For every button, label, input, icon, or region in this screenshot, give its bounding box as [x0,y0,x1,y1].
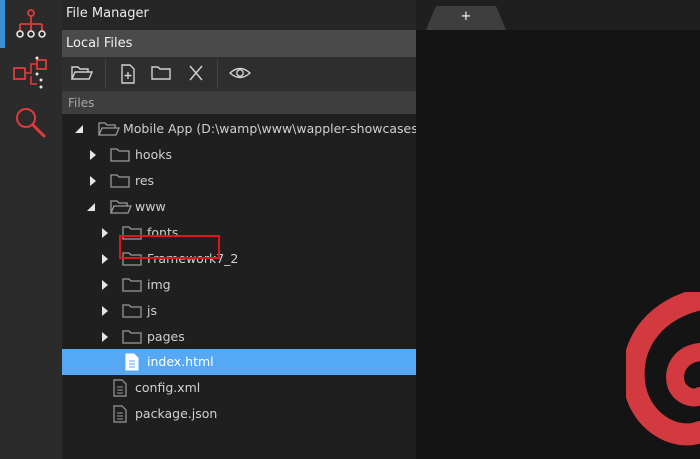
file-icon [113,405,127,423]
tree-item-index-html[interactable]: index.html [62,349,416,375]
folder-icon [110,174,130,188]
open-folder-icon [110,200,132,214]
tree-item-hooks[interactable]: hooks [62,142,416,168]
collapsed-caret-icon[interactable] [100,332,110,342]
search-icon[interactable] [11,104,51,144]
selection-highlight-box [119,235,220,259]
tree-item-fonts[interactable]: fonts [62,220,416,246]
active-indicator [0,0,5,48]
new-tab-button[interactable]: + [426,6,506,30]
tree-item-root[interactable]: Mobile App (D:\wamp\www\wappler-showcase… [62,116,416,142]
collapsed-caret-icon[interactable] [100,254,110,264]
tree-item-label: config.xml [135,380,201,395]
local-files-label: Local Files [66,36,133,51]
workflow-icon[interactable] [11,54,51,94]
files-section-header: Files [62,92,416,114]
file-icon [125,353,139,371]
local-files-header[interactable]: Local Files [62,30,416,57]
expanded-caret-icon[interactable] [86,202,96,212]
tree-item-config-xml[interactable]: config.xml [62,375,416,401]
files-label: Files [68,96,95,110]
tree-item-www[interactable]: www [62,194,416,220]
tree-item-label: res [135,173,155,188]
tree-item-js[interactable]: js [62,298,416,324]
open-folder-icon [98,122,120,136]
tree-item-pages[interactable]: pages [62,324,416,350]
tree-item-framework7[interactable]: Framework7_2 [62,246,416,272]
file-toolbar [62,57,416,92]
editor-area [416,30,700,459]
tree-item-label: www [135,199,166,214]
expanded-caret-icon[interactable] [74,124,84,134]
file-icon [113,379,127,397]
file-tree: Mobile App (D:\wamp\www\wappler-showcase… [62,114,416,459]
collapsed-caret-icon[interactable] [88,150,98,160]
tree-item-label: js [147,303,157,318]
file-manager-titlebar: File Manager [62,0,416,30]
collapsed-caret-icon[interactable] [88,176,98,186]
tree-item-label: index.html [147,354,214,369]
folder-icon [122,304,142,318]
collapsed-caret-icon[interactable] [100,280,110,290]
folder-icon [122,278,142,292]
tree-item-package-json[interactable]: package.json [62,401,416,427]
collapsed-caret-icon[interactable] [100,306,110,316]
delete-icon[interactable] [183,62,209,86]
tree-item-label: img [147,277,171,292]
folder-icon [122,330,142,344]
tree-item-label: Mobile App (D:\wamp\www\wappler-showcase… [123,121,416,136]
tree-item-label: hooks [135,147,172,162]
new-tab-label: + [460,9,472,24]
toolbar-separator [217,60,218,88]
preview-icon[interactable] [227,62,253,86]
tree-item-label: pages [147,329,185,344]
folder-icon [110,148,130,162]
collapsed-caret-icon[interactable] [100,228,110,238]
editor-tab-strip: + [416,0,700,30]
activity-rail [0,0,62,459]
file-manager-title: File Manager [66,6,149,21]
wappler-logo-icon [626,292,700,446]
new-file-icon[interactable] [115,62,141,86]
sitemap-icon[interactable] [11,4,51,44]
toolbar-separator [105,60,106,88]
tree-item-label: package.json [135,406,218,421]
open-folder-icon[interactable] [69,62,95,86]
tree-item-res[interactable]: res [62,168,416,194]
tree-item-img[interactable]: img [62,272,416,298]
new-folder-icon[interactable] [148,62,174,86]
